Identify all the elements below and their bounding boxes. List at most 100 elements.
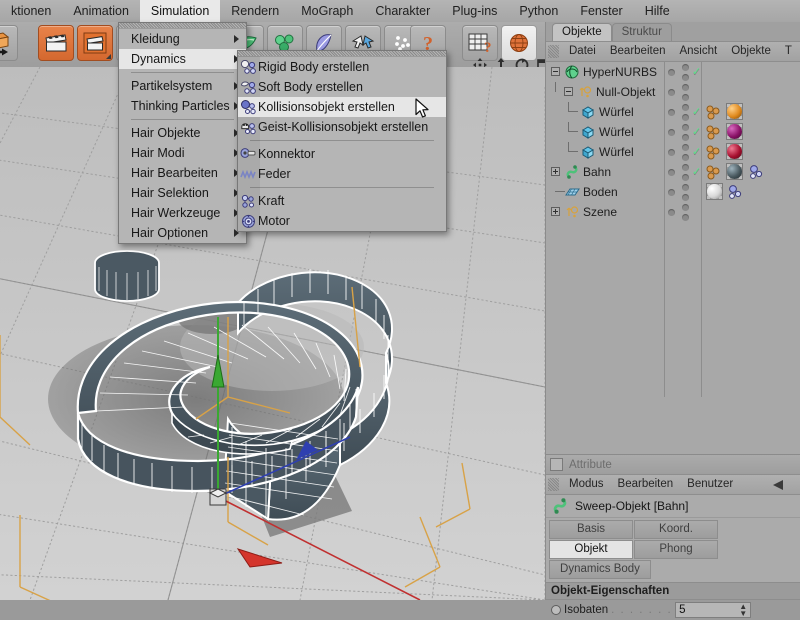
menu-item-dynamics[interactable]: Dynamics <box>119 49 246 69</box>
table-row[interactable]: Boden <box>546 182 800 202</box>
back-arrow-icon[interactable] <box>771 479 785 491</box>
visibility-dot-render[interactable] <box>682 163 689 171</box>
enabled-check-icon[interactable]: ✓ <box>692 162 701 182</box>
menubar-item-mograph[interactable]: MoGraph <box>290 0 364 22</box>
visibility-dot-editor[interactable] <box>668 208 675 216</box>
isobaten-stepper-icon[interactable]: ▲ ▼ <box>739 603 747 618</box>
menu-item-hair-objekte[interactable]: Hair Objekte <box>119 123 246 143</box>
visibility-dot-render2[interactable] <box>682 153 689 161</box>
tab-struktur[interactable]: Struktur <box>611 23 672 41</box>
menu-item-kraft[interactable]: Kraft <box>238 191 446 211</box>
menu-item-hair-selektion[interactable]: Hair Selektion <box>119 183 246 203</box>
panel-grip-icon[interactable] <box>548 478 559 491</box>
expander-szene[interactable] <box>551 207 560 216</box>
om-menu-bearbeiten[interactable]: Bearbeiten <box>603 42 673 61</box>
menu-item-konnektor[interactable]: Konnektor <box>238 144 446 164</box>
table-row[interactable]: Bahn ✓ <box>546 162 800 182</box>
menu-item-soft-body-erstellen[interactable]: Soft Body erstellen <box>238 77 446 97</box>
om-menu-ansicht[interactable]: Ansicht <box>672 42 724 61</box>
visibility-dot-render[interactable] <box>682 183 689 191</box>
menubar-item-ktionen[interactable]: ktionen <box>0 0 62 22</box>
menu-item-hair-optionen[interactable]: Hair Optionen <box>119 223 246 243</box>
am-menu-benutzer[interactable]: Benutzer <box>680 475 740 494</box>
panel-grip-icon[interactable] <box>548 45 559 58</box>
material-white[interactable] <box>707 184 722 199</box>
expander-bahn[interactable] <box>551 167 560 176</box>
tab-phong[interactable]: Phong <box>634 540 718 559</box>
tab-objekte[interactable]: Objekte <box>552 23 612 41</box>
enabled-check-icon[interactable]: ✓ <box>692 142 701 162</box>
om-menu-objekte[interactable]: Objekte <box>724 42 778 61</box>
visibility-dot-render[interactable] <box>682 123 689 131</box>
menu-item-motor[interactable]: Motor <box>238 211 446 231</box>
undo-button[interactable] <box>0 25 18 61</box>
om-menu-datei[interactable]: Datei <box>562 42 603 61</box>
isobaten-animation-dot[interactable] <box>551 605 561 615</box>
menubar-item-python[interactable]: Python <box>508 0 569 22</box>
tab-objekt[interactable]: Objekt <box>549 540 633 559</box>
object-tree[interactable]: HyperNURBS ✓ Null-Objekt Würfel ✓ Würfel… <box>546 62 800 397</box>
visibility-dot-render[interactable] <box>682 83 689 91</box>
visibility-dot-render[interactable] <box>682 103 689 111</box>
visibility-dot-editor[interactable] <box>668 188 675 196</box>
menu-item-hair-modi[interactable]: Hair Modi <box>119 143 246 163</box>
menu-item-rigid-body-erstellen[interactable]: Rigid Body erstellen <box>238 57 446 77</box>
isobaten-input[interactable]: 5 ▲ ▼ <box>675 602 752 618</box>
menubar-item-hilfe[interactable]: Hilfe <box>634 0 681 22</box>
enabled-check-icon[interactable]: ✓ <box>692 102 701 122</box>
menu-item-hair-werkzeuge[interactable]: Hair Werkzeuge <box>119 203 246 223</box>
visibility-dot-render[interactable] <box>682 63 689 71</box>
visibility-dot-editor[interactable] <box>668 88 675 96</box>
am-menu-bearbeiten[interactable]: Bearbeiten <box>611 475 681 494</box>
menubar-item-rendern[interactable]: Rendern <box>220 0 290 22</box>
panel-collapse-icon[interactable] <box>550 458 563 471</box>
expander-hypernurbs[interactable] <box>551 67 560 76</box>
material-purple[interactable] <box>727 124 742 139</box>
texture-tag-icon[interactable] <box>706 125 721 140</box>
table-row[interactable]: Null-Objekt <box>546 82 800 102</box>
table-row[interactable]: Szene <box>546 202 800 222</box>
dynamics-body-tag-icon[interactable] <box>727 185 743 200</box>
expander-null-objekt[interactable] <box>564 87 573 96</box>
table-row[interactable]: Würfel ✓ <box>546 142 800 162</box>
table-row[interactable]: HyperNURBS ✓ <box>546 62 800 82</box>
menu-item-kleidung[interactable]: Kleidung <box>119 29 246 49</box>
render-view-button[interactable] <box>38 25 74 61</box>
table-row[interactable]: Würfel ✓ <box>546 102 800 122</box>
tab-dynamics-body[interactable]: Dynamics Body <box>549 560 651 579</box>
menubar-item-animation[interactable]: Animation <box>62 0 140 22</box>
visibility-dot-editor[interactable] <box>668 128 675 136</box>
render-to-picture-viewer-button[interactable] <box>77 25 113 61</box>
menu-item-thinking-particles[interactable]: Thinking Particles <box>119 96 246 116</box>
visibility-dot-editor[interactable] <box>668 68 675 76</box>
texture-tag-icon[interactable] <box>706 145 721 160</box>
menu-item-partikelsystem[interactable]: Partikelsystem <box>119 76 246 96</box>
menubar-item-charakter[interactable]: Charakter <box>364 0 441 22</box>
material-orange[interactable] <box>727 104 742 119</box>
visibility-dot-render2[interactable] <box>682 93 689 101</box>
tab-basis[interactable]: Basis <box>549 520 633 539</box>
visibility-dot-editor[interactable] <box>668 168 675 176</box>
visibility-dot-editor[interactable] <box>668 148 675 156</box>
visibility-dot-render2[interactable] <box>682 73 689 81</box>
enabled-check-icon[interactable]: ✓ <box>692 122 701 142</box>
visibility-dot-render2[interactable] <box>682 113 689 121</box>
menubar-item-simulation[interactable]: Simulation <box>139 0 221 22</box>
enabled-check-icon[interactable]: ✓ <box>692 62 701 82</box>
texture-tag-icon[interactable] <box>706 165 721 180</box>
material-crimson[interactable] <box>727 144 742 159</box>
material-dark[interactable] <box>727 164 742 179</box>
menu-item-feder[interactable]: Feder <box>238 164 446 184</box>
menu-item-geist-kollisionsobjekt-erstellen[interactable]: Geist-Kollisionsobjekt erstellen <box>238 117 446 137</box>
menubar-item-plug-ins[interactable]: Plug-ins <box>441 0 508 22</box>
visibility-dot-render2[interactable] <box>682 193 689 201</box>
table-row[interactable]: Würfel ✓ <box>546 122 800 142</box>
visibility-dot-render2[interactable] <box>682 173 689 181</box>
menu-item-kollisionsobjekt-erstellen[interactable]: Kollisionsobjekt erstellen <box>238 97 446 117</box>
visibility-dot-render[interactable] <box>682 203 689 211</box>
visibility-dot-editor[interactable] <box>668 108 675 116</box>
web-button[interactable] <box>501 25 537 61</box>
visibility-dot-render2[interactable] <box>682 213 689 221</box>
content-browser-button[interactable]: ? <box>462 25 498 61</box>
menubar-item-fenster[interactable]: Fenster <box>569 0 633 22</box>
